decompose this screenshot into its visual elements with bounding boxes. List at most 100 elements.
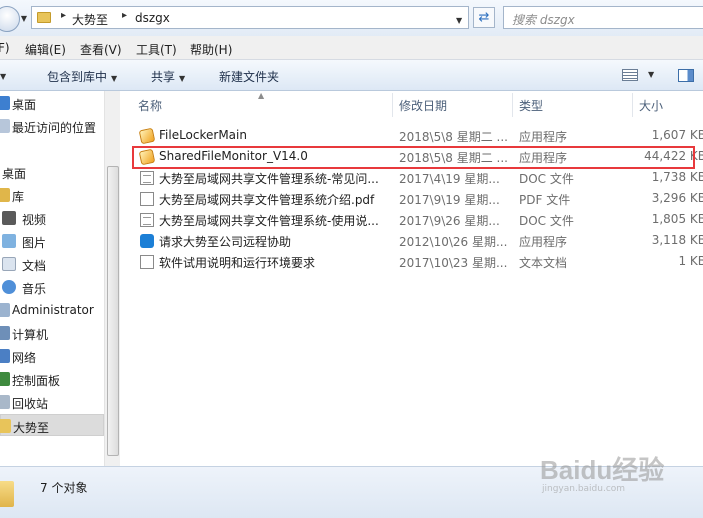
- view-options-icon[interactable]: [622, 69, 638, 81]
- nav-item-label: 大势至: [13, 421, 50, 435]
- nav-item-recycle-bin[interactable]: 回收站: [0, 391, 104, 413]
- chevron-right-icon[interactable]: ▸: [61, 10, 66, 21]
- pdf-file-icon: [140, 192, 154, 206]
- search-input[interactable]: 搜索 dszgx: [503, 6, 703, 29]
- nav-item-label: 网络: [12, 351, 37, 365]
- back-button[interactable]: [0, 6, 20, 32]
- file-row[interactable]: 大势至局域网共享文件管理系统-使用说... 2017\9\26 星期... DO…: [120, 209, 703, 230]
- nav-item-music[interactable]: 音乐: [0, 276, 104, 298]
- menu-edit[interactable]: 编辑(E): [25, 41, 66, 58]
- nav-item-administrator[interactable]: Administrator: [0, 299, 104, 321]
- history-dropdown-icon[interactable]: ▼: [19, 14, 29, 24]
- file-type: 文本文档: [519, 256, 568, 270]
- menu-tools[interactable]: 工具(T): [136, 41, 177, 58]
- column-divider[interactable]: [392, 93, 393, 117]
- desktop-icon: [0, 96, 10, 110]
- file-date: 2017\4\19 星期...: [399, 172, 500, 186]
- column-divider[interactable]: [632, 93, 633, 117]
- menu-file[interactable]: F): [0, 41, 10, 55]
- nav-item-dashizhi[interactable]: 大势至: [0, 414, 104, 436]
- file-size: 1 KB: [678, 254, 703, 268]
- folder-icon: [0, 481, 14, 507]
- watermark-url: jingyan.baidu.com: [542, 484, 626, 494]
- refresh-icon: ⇄: [478, 10, 490, 25]
- file-row[interactable]: 大势至局域网共享文件管理系统-常见问... 2017\4\19 星期... DO…: [120, 167, 703, 188]
- nav-pane-scrollbar[interactable]: [104, 91, 120, 466]
- watermark: Baidu经验 jingyan.baidu.com: [540, 450, 690, 500]
- file-type: DOC 文件: [519, 214, 574, 228]
- search-placeholder: 搜索 dszgx: [512, 13, 575, 27]
- new-folder-button[interactable]: 新建文件夹: [219, 68, 279, 85]
- nav-item-documents[interactable]: 文档: [0, 253, 104, 275]
- address-bar-row: ▼ ▸ 大势至 ▸ dszgx ▼ ⇄ 搜索 dszgx: [0, 0, 703, 36]
- music-icon: [2, 280, 16, 294]
- nav-item-pictures[interactable]: 图片: [0, 230, 104, 252]
- breadcrumb-item[interactable]: 大势至: [72, 11, 108, 28]
- file-type: 应用程序: [519, 130, 568, 144]
- scrollbar-thumb[interactable]: [107, 166, 119, 456]
- column-divider[interactable]: [512, 93, 513, 117]
- pictures-icon: [2, 234, 16, 248]
- nav-item-recent-places[interactable]: 最近访问的位置: [0, 115, 104, 137]
- column-header-name[interactable]: 名称: [138, 97, 162, 114]
- file-row[interactable]: 大势至局域网共享文件管理系统介绍.pdf 2017\9\19 星期... PDF…: [120, 188, 703, 209]
- chevron-right-icon[interactable]: ▸: [122, 10, 127, 21]
- column-header-type[interactable]: 类型: [519, 97, 543, 114]
- file-name: 软件试用说明和运行环境要求: [159, 256, 316, 270]
- network-icon: [0, 349, 10, 363]
- file-type: 应用程序: [519, 235, 568, 249]
- nav-item-libraries[interactable]: 库: [0, 184, 104, 206]
- file-date: 2017\10\23 星期...: [399, 256, 508, 270]
- file-size: 3,296 KB: [651, 191, 703, 205]
- breadcrumb-item[interactable]: dszgx: [135, 11, 170, 25]
- nav-item-desktop-fav[interactable]: 桌面: [0, 92, 104, 114]
- nav-item-videos[interactable]: 视频: [0, 207, 104, 229]
- file-date: 2018\5\8 星期二 ...: [399, 130, 508, 144]
- file-date: 2012\10\26 星期...: [399, 235, 508, 249]
- library-icon: [0, 188, 10, 202]
- menu-bar: F) 编辑(E) 查看(V) 工具(T) 帮助(H): [0, 36, 703, 60]
- address-dropdown-icon[interactable]: ▼: [456, 16, 462, 25]
- file-row[interactable]: 请求大势至公司远程协助 2012\10\26 星期... 应用程序 3,118 …: [120, 230, 703, 251]
- nav-item-label: 最近访问的位置: [12, 121, 97, 135]
- file-size: 1,738 KB: [651, 170, 703, 184]
- nav-item-label: 回收站: [12, 397, 49, 411]
- file-row[interactable]: 软件试用说明和运行环境要求 2017\10\23 星期... 文本文档 1 KB: [120, 251, 703, 272]
- organize-button[interactable]: ▼: [0, 68, 6, 82]
- nav-item-label: 计算机: [12, 328, 49, 342]
- column-header-size[interactable]: 大小: [639, 97, 663, 114]
- address-field[interactable]: ▸ 大势至 ▸ dszgx ▼: [31, 6, 469, 29]
- nav-item-label: 控制面板: [12, 374, 61, 388]
- chevron-down-icon[interactable]: ▼: [648, 70, 654, 79]
- file-size: 3,118 KB: [651, 233, 703, 247]
- doc-file-icon: [140, 171, 154, 185]
- file-name: 大势至局域网共享文件管理系统-使用说...: [159, 214, 379, 228]
- column-header-date[interactable]: 修改日期: [399, 97, 447, 114]
- menu-view[interactable]: 查看(V): [80, 41, 122, 58]
- application-icon: [138, 127, 156, 145]
- teamviewer-icon: [140, 234, 154, 248]
- file-row[interactable]: FileLockerMain 2018\5\8 星期二 ... 应用程序 1,6…: [120, 125, 703, 146]
- nav-item-network[interactable]: 网络: [0, 345, 104, 367]
- file-date: 2017\9\26 星期...: [399, 214, 500, 228]
- nav-item-control-panel[interactable]: 控制面板: [0, 368, 104, 390]
- highlight-annotation: [132, 146, 695, 169]
- menu-help[interactable]: 帮助(H): [190, 41, 232, 58]
- sort-ascending-icon: ▲: [258, 91, 265, 100]
- include-in-library-button[interactable]: 包含到库中 ▼: [47, 68, 117, 85]
- nav-item-desktop[interactable]: 桌面: [0, 161, 104, 183]
- nav-item-label: 文档: [22, 259, 47, 273]
- nav-item-computer[interactable]: 计算机: [0, 322, 104, 344]
- chevron-down-icon: ▼: [0, 72, 7, 81]
- recent-places-icon: [0, 119, 10, 133]
- refresh-button[interactable]: ⇄: [473, 7, 495, 28]
- share-label: 共享: [151, 70, 176, 84]
- file-name: 请求大势至公司远程协助: [159, 235, 292, 249]
- share-button[interactable]: 共享 ▼: [151, 68, 185, 85]
- folder-icon: [0, 419, 11, 433]
- preview-pane-icon[interactable]: [678, 69, 694, 82]
- watermark-logo: Baidu经验: [540, 455, 665, 485]
- file-size: 1,607 KB: [651, 128, 703, 142]
- file-type: PDF 文件: [519, 193, 571, 207]
- control-panel-icon: [0, 372, 10, 386]
